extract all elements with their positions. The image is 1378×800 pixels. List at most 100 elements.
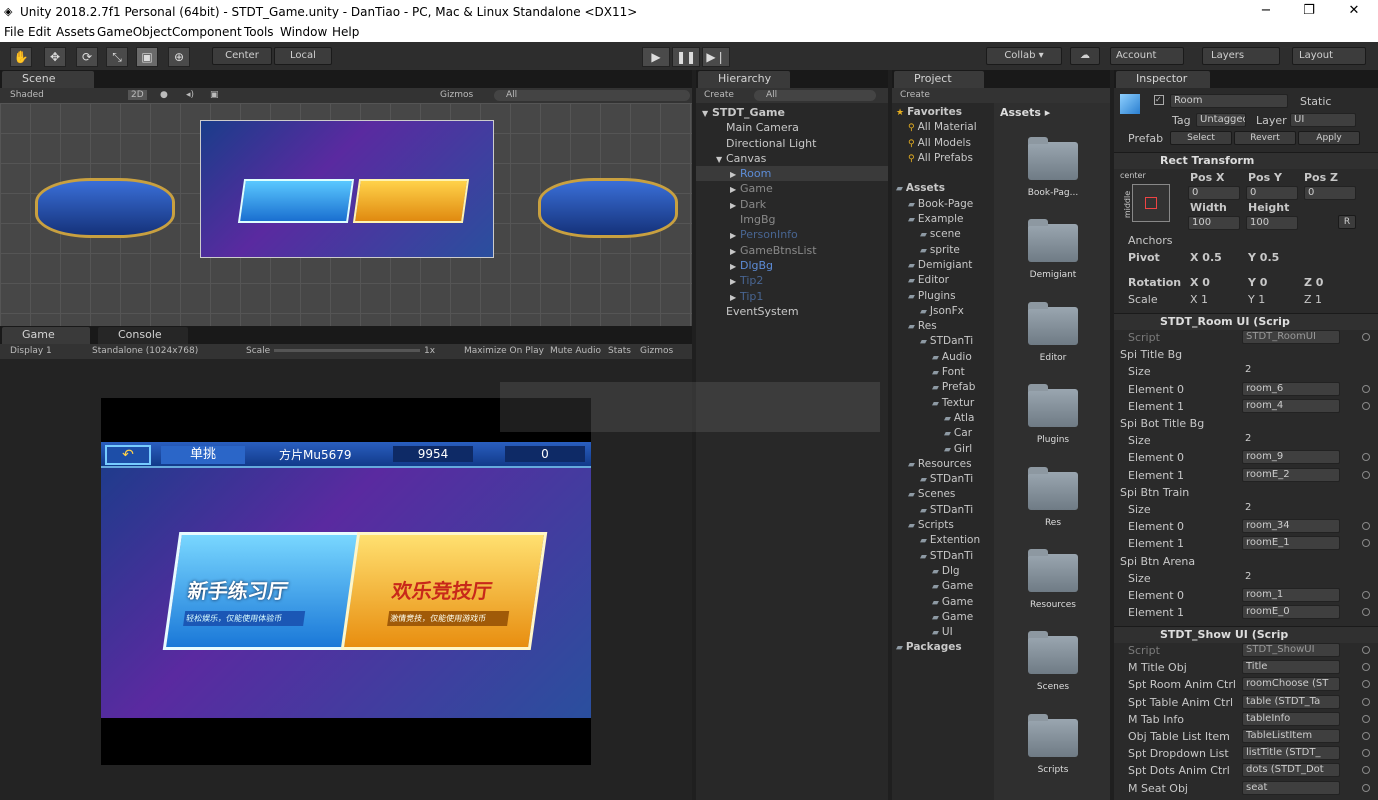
script-ref-field[interactable]: STDT_RoomUI [1242, 330, 1340, 344]
rot-z-input[interactable]: Z 0 [1304, 276, 1323, 289]
project-tree-item[interactable]: ▰ Res [892, 319, 994, 334]
tree-arrow-icon[interactable]: ▶ [730, 274, 740, 289]
array-size-input[interactable]: 2 [1242, 364, 1358, 378]
tree-arrow-icon[interactable]: ▼ [702, 106, 712, 121]
tree-arrow-icon[interactable]: ▶ [730, 182, 740, 197]
project-tree-item[interactable]: ▰ Scripts [892, 518, 994, 533]
menu-edit[interactable]: Edit [28, 25, 51, 39]
project-tree-item[interactable]: ▰ Textur [892, 396, 994, 411]
project-tree-item[interactable]: ⚲ All Material [892, 120, 994, 135]
pivot-x-input[interactable]: X 0.5 [1190, 251, 1222, 264]
prefab-apply-button[interactable]: Apply [1298, 131, 1360, 145]
project-tree-item[interactable]: ▰ Audio [892, 350, 994, 365]
scale-tool-icon[interactable]: ⤡ [106, 47, 128, 67]
folder-icon[interactable] [1028, 466, 1078, 510]
gameobject-name-input[interactable]: Room [1170, 94, 1288, 108]
object-picker-icon[interactable] [1362, 522, 1370, 531]
folder-icon[interactable] [1028, 384, 1078, 428]
object-picker-icon[interactable] [1362, 697, 1370, 706]
project-tree-item[interactable]: ⚲ All Models [892, 136, 994, 151]
display-dropdown[interactable]: Display 1 [10, 346, 52, 356]
audio-icon[interactable]: ◂) [186, 90, 194, 100]
tree-arrow-icon[interactable]: ▶ [730, 244, 740, 259]
project-tree-item[interactable]: ▰ Book-Page [892, 197, 994, 212]
prefab-select-button[interactable]: Select [1170, 131, 1232, 145]
game-back-button-icon[interactable]: ↶ [105, 445, 151, 465]
layer-dropdown[interactable]: UI [1290, 113, 1356, 127]
object-ref-field[interactable]: room_34 [1242, 519, 1340, 534]
prefab-revert-button[interactable]: Revert [1234, 131, 1296, 145]
project-tree-item[interactable]: ▰ JsonFx [892, 304, 994, 319]
object-picker-icon[interactable] [1362, 732, 1370, 740]
folder-icon[interactable] [1028, 549, 1078, 592]
transform-tool-icon[interactable]: ⊕ [168, 47, 190, 67]
object-ref-field[interactable]: table (STDT_Ta [1242, 694, 1340, 709]
project-tree-item[interactable]: ▰ sprite [892, 243, 994, 258]
collab-button[interactable]: Collab ▾ [986, 47, 1062, 65]
project-tree-item[interactable]: ▰ Car [892, 426, 994, 441]
hierarchy-item[interactable]: ▶ DlgBg [696, 258, 888, 273]
project-tree-item[interactable]: ★ Favorites [892, 105, 994, 120]
menu-window[interactable]: Window [280, 25, 327, 39]
hierarchy-item[interactable]: ▼ Canvas [696, 151, 888, 166]
game-card-arena[interactable]: 欢乐竞技厅 激情竞技，仅能使用游戏币 [340, 532, 548, 650]
object-picker-icon[interactable] [1362, 384, 1370, 393]
object-ref-field[interactable]: dots (STDT_Dot [1242, 763, 1340, 778]
project-tree-item[interactable]: ▰ STDanTi [892, 549, 994, 564]
tree-arrow-icon[interactable]: ▶ [730, 259, 740, 274]
array-size-input[interactable]: 2 [1242, 502, 1358, 516]
project-tree-item[interactable]: ▰ Packages [892, 640, 994, 655]
project-tree-item[interactable]: ▰ STDanTi [892, 334, 994, 349]
maximize-on-play-toggle[interactable]: Maximize On Play [464, 346, 544, 356]
posy-input[interactable]: 0 [1246, 186, 1298, 200]
posx-input[interactable]: 0 [1188, 186, 1240, 200]
project-tree-item[interactable]: ▰ Dlg [892, 564, 994, 579]
hierarchy-search-input[interactable]: All [754, 90, 876, 101]
object-picker-icon[interactable] [1362, 401, 1370, 410]
project-tree-item[interactable]: ▰ Example [892, 212, 994, 227]
menu-component[interactable]: Component [172, 25, 242, 39]
rot-y-input[interactable]: Y 0 [1248, 276, 1267, 289]
object-picker-icon[interactable] [1362, 591, 1370, 599]
object-picker-icon[interactable] [1362, 680, 1370, 689]
rect-tool-icon[interactable]: ▣ [136, 47, 158, 67]
pivot-local-button[interactable]: Local [274, 47, 332, 65]
project-tree-item[interactable]: ▰ scene [892, 227, 994, 242]
project-create-button[interactable]: Create [900, 90, 930, 100]
object-ref-field[interactable]: room_1 [1242, 588, 1340, 602]
array-size-input[interactable]: 2 [1242, 571, 1358, 585]
object-ref-field[interactable]: roomChoose (ST [1242, 677, 1340, 692]
object-picker-icon[interactable] [1362, 333, 1370, 341]
object-picker-icon[interactable] [1362, 766, 1370, 775]
project-tree-item[interactable]: ▰ Scenes [892, 487, 994, 502]
object-ref-field[interactable]: seat [1242, 780, 1340, 795]
mute-audio-toggle[interactable]: Mute Audio [550, 346, 601, 356]
anchor-preset-icon[interactable] [1132, 184, 1170, 222]
object-ref-field[interactable]: roomE_0 [1242, 605, 1340, 620]
static-toggle[interactable]: Static [1300, 95, 1331, 108]
object-ref-field[interactable]: Title [1242, 660, 1340, 675]
hierarchy-create-button[interactable]: Create [704, 90, 734, 100]
project-tree-item[interactable]: ▰ Assets [892, 181, 994, 196]
project-tree-item[interactable]: ▰ Game [892, 595, 994, 610]
object-ref-field[interactable]: listTitle (STDT_ [1242, 746, 1340, 761]
object-picker-icon[interactable] [1362, 714, 1370, 723]
hierarchy-item[interactable]: ▶ GameBtnsList [696, 243, 888, 258]
scale-slider[interactable] [274, 349, 420, 352]
folder-icon[interactable] [1028, 219, 1078, 263]
object-ref-field[interactable]: room_4 [1242, 398, 1340, 413]
sc-z-input[interactable]: Z 1 [1304, 293, 1322, 306]
rot-x-input[interactable]: X 0 [1190, 276, 1210, 289]
scene-search-input[interactable]: All [494, 90, 690, 101]
hierarchy-item[interactable]: ▶ Game [696, 181, 888, 196]
object-picker-icon[interactable] [1362, 749, 1370, 758]
anchors-foldout[interactable]: Anchors [1128, 234, 1173, 247]
posz-input[interactable]: 0 [1304, 186, 1356, 200]
object-picker-icon[interactable] [1362, 608, 1370, 617]
pivot-y-input[interactable]: Y 0.5 [1248, 251, 1279, 264]
folder-icon[interactable] [1028, 301, 1078, 345]
hierarchy-item[interactable]: ▶ PersonInfo [696, 227, 888, 242]
play-icon[interactable]: ▶ [642, 47, 670, 67]
project-tree-item[interactable] [892, 166, 994, 181]
array-size-input[interactable]: 2 [1242, 433, 1358, 447]
